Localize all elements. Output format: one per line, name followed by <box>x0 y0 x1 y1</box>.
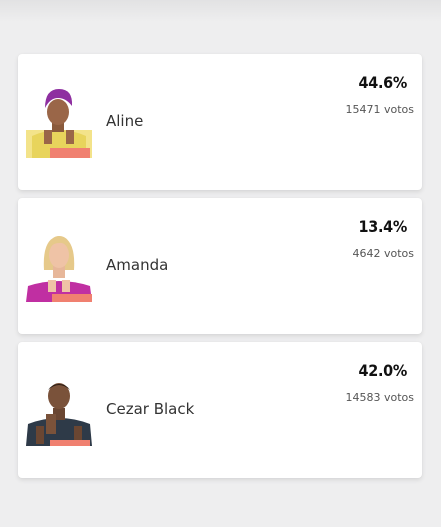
poll-results-list: Aline 44.6% 15471 votos Amanda 13.4% 464… <box>18 54 422 486</box>
candidate-name: Cezar Black <box>106 400 195 418</box>
candidate-name: Amanda <box>106 256 169 274</box>
vote-percentage: 13.4% <box>358 217 408 236</box>
vote-count: 4642 votos <box>352 247 414 260</box>
candidate-card-cezar-black[interactable]: Cezar Black 42.0% 14583 votos <box>18 342 422 478</box>
vote-percentage: 44.6% <box>358 73 408 92</box>
candidate-photo-cezar-black <box>26 374 92 446</box>
candidate-card-aline[interactable]: Aline 44.6% 15471 votos <box>18 54 422 190</box>
candidate-photo-amanda <box>26 230 92 302</box>
vote-percentage: 42.0% <box>358 361 408 380</box>
vote-count: 15471 votos <box>345 103 414 116</box>
top-bar <box>0 0 441 22</box>
vote-count: 14583 votos <box>345 391 414 404</box>
candidate-photo-aline <box>26 86 92 158</box>
candidate-name: Aline <box>106 112 144 130</box>
candidate-card-amanda[interactable]: Amanda 13.4% 4642 votos <box>18 198 422 334</box>
